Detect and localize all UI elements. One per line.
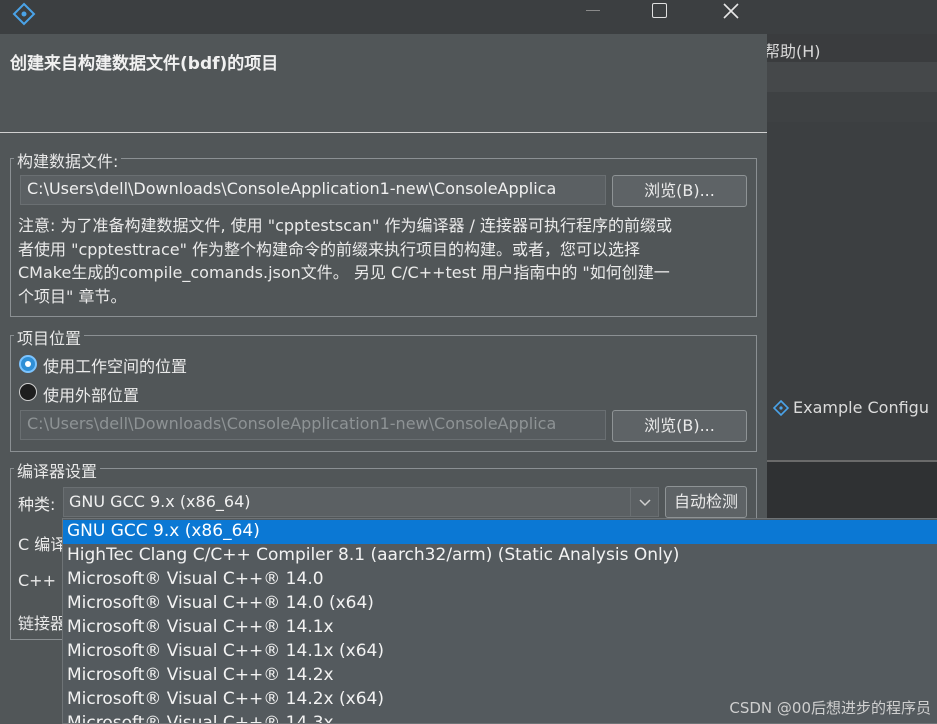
dropdown-option[interactable]: Microsoft® Visual C++® 14.1x (x64) <box>63 640 937 664</box>
dropdown-option[interactable]: HighTec Clang C/C++ Compiler 8.1 (aarch3… <box>63 544 937 568</box>
external-location-radio[interactable] <box>19 383 37 401</box>
ide-toolbar <box>767 62 937 92</box>
compiler-type-value: GNU GCC 9.x (x86_64) <box>69 492 251 511</box>
ide-panel-divider <box>767 422 937 462</box>
note-line: 注意: 为了准备构建数据文件, 使用 "cpptestscan" 作为编译器 /… <box>18 216 673 235</box>
title-bar <box>0 0 767 34</box>
auto-detect-button[interactable]: 自动检测 <box>665 486 747 518</box>
workspace-location-radio[interactable] <box>19 355 37 373</box>
build-data-note: 注意: 为了准备构建数据文件, 使用 "cpptestscan" 作为编译器 /… <box>18 214 758 308</box>
close-icon[interactable] <box>712 0 750 24</box>
compiler-type-select[interactable]: GNU GCC 9.x (x86_64) <box>63 487 659 517</box>
workspace-location-label[interactable]: 使用工作空间的位置 <box>43 353 187 377</box>
maximize-button[interactable] <box>641 0 677 24</box>
note-line: 个项目" 章节。 <box>18 286 127 306</box>
ide-panel-header <box>767 92 937 123</box>
dropdown-option[interactable]: Microsoft® Visual C++® 14.0 (x64) <box>63 592 937 616</box>
chevron-down-icon[interactable] <box>630 488 659 516</box>
browse-external-button: 浏览(B)... <box>612 410 747 442</box>
configuration-icon <box>773 399 789 416</box>
dropdown-option[interactable]: Microsoft® Visual C++® 14.1x <box>63 616 937 640</box>
dropdown-option[interactable]: Microsoft® Visual C++® 14.0 <box>63 568 937 592</box>
cpp-compiler-label: C++ <box>18 571 56 590</box>
linker-label: 链接器 <box>18 614 67 633</box>
external-location-input: C:\Users\dell\Downloads\ConsoleApplicati… <box>20 410 606 440</box>
dropdown-option[interactable]: Microsoft® Visual C++® 14.2x <box>63 664 937 688</box>
menu-item-help[interactable]: 帮助(H) <box>764 38 821 62</box>
compiler-dropdown-list: GNU GCC 9.x (x86_64) HighTec Clang C/C++… <box>62 518 937 724</box>
page-title: 创建来自构建数据文件(bdf)的项目 <box>10 54 279 74</box>
external-location-label[interactable]: 使用外部位置 <box>43 382 139 406</box>
tab-label: Example Configu <box>793 398 929 417</box>
browse-button[interactable]: 浏览(B)... <box>612 175 747 207</box>
build-data-file-legend: 构建数据文件: <box>14 148 122 172</box>
c-compiler-label: C 编译 <box>18 535 67 554</box>
app-icon <box>12 2 36 26</box>
compiler-settings-legend: 编译器设置 <box>14 458 101 482</box>
note-line: CMake生成的compile_comands.json文件。 另见 C/C++… <box>18 263 670 282</box>
tab-example-configuration[interactable]: Example Configu <box>773 398 929 417</box>
minimize-button[interactable] <box>575 0 611 24</box>
watermark-text: CSDN @00后想进步的程序员 <box>729 699 931 717</box>
note-line: 者使用 "cpptesttrace" 作为整个构建命令的前缀来执行项目的构建。或… <box>18 239 641 259</box>
project-location-legend: 项目位置 <box>14 325 85 349</box>
compiler-type-label: 种类: <box>18 495 56 514</box>
dropdown-option[interactable]: GNU GCC 9.x (x86_64) <box>63 520 937 544</box>
build-data-file-input[interactable]: C:\Users\dell\Downloads\ConsoleApplicati… <box>20 175 606 205</box>
ide-editor-area <box>767 122 937 392</box>
